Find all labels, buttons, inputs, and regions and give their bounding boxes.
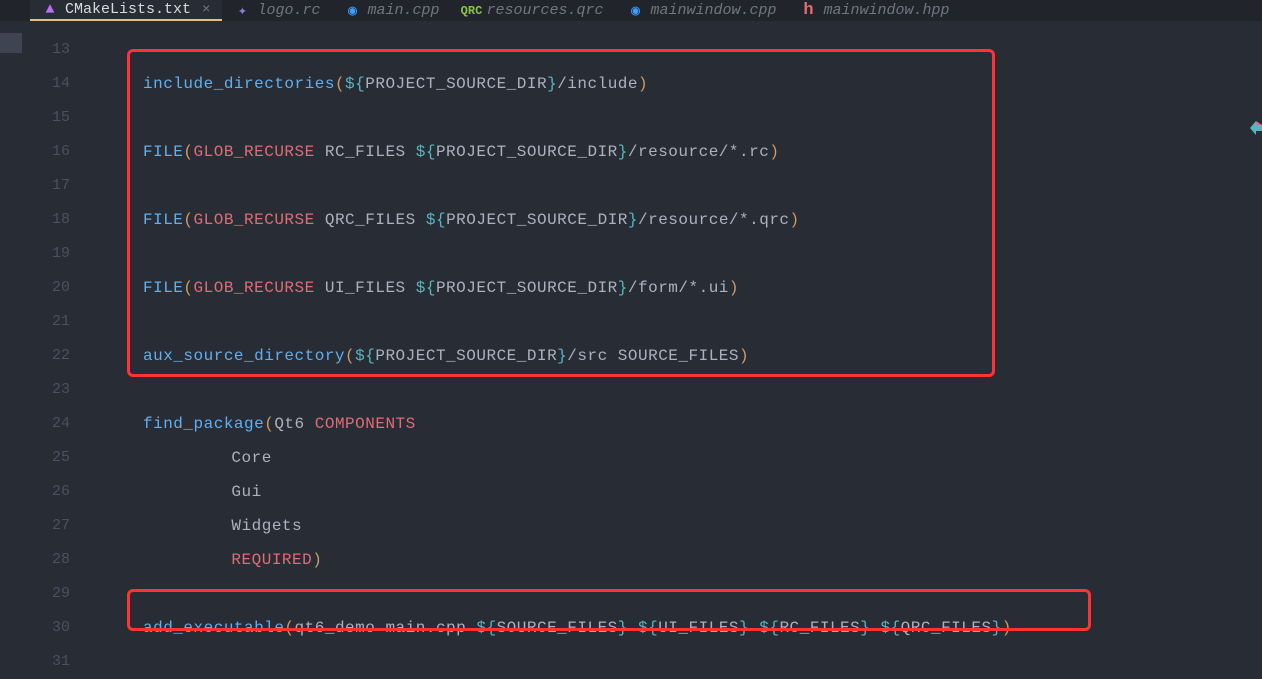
line-number: 31 — [0, 645, 70, 679]
line-number: 28 — [0, 543, 70, 577]
code-line: Widgets — [95, 509, 1262, 543]
tab-label: logo.rc — [257, 2, 320, 19]
cpp-icon: ◉ — [344, 3, 360, 19]
line-number: 14 — [0, 67, 70, 101]
tab-logo-rc[interactable]: ✦ logo.rc — [222, 0, 332, 21]
tab-label: mainwindow.hpp — [824, 2, 950, 19]
code-line: Gui — [95, 475, 1262, 509]
editor-container: ▲ CMakeLists.txt × ✦ logo.rc ◉ main.cpp … — [0, 0, 1262, 679]
code-line: FILE(GLOB_RECURSE RC_FILES ${PROJECT_SOU… — [95, 135, 1262, 169]
hpp-icon: h — [801, 3, 817, 19]
code-line: add_executable(qt6_demo main.cpp ${SOURC… — [95, 611, 1262, 645]
code-line — [95, 305, 1262, 339]
code-line: aux_source_directory(${PROJECT_SOURCE_DI… — [95, 339, 1262, 373]
cpp-icon: ◉ — [628, 3, 644, 19]
tab-label: mainwindow.cpp — [651, 2, 777, 19]
qrc-icon: QRC — [463, 3, 479, 19]
line-number: 24 — [0, 407, 70, 441]
line-number: 16 — [0, 135, 70, 169]
code-line: include_directories(${PROJECT_SOURCE_DIR… — [95, 67, 1262, 101]
tab-label: CMakeLists.txt — [65, 1, 191, 18]
code-line: FILE(GLOB_RECURSE UI_FILES ${PROJECT_SOU… — [95, 271, 1262, 305]
code-line — [95, 645, 1262, 679]
line-number: 26 — [0, 475, 70, 509]
line-number: 29 — [0, 577, 70, 611]
editor-body[interactable]: 13 14 15 16 17 18 19 20 21 22 23 24 25 2… — [0, 21, 1262, 679]
tab-mainwindow-hpp[interactable]: h mainwindow.hpp — [789, 0, 962, 21]
line-number-gutter: 13 14 15 16 17 18 19 20 21 22 23 24 25 2… — [0, 21, 95, 679]
code-line — [95, 237, 1262, 271]
line-number: 25 — [0, 441, 70, 475]
line-number: 17 — [0, 169, 70, 203]
code-area[interactable]: include_directories(${PROJECT_SOURCE_DIR… — [95, 21, 1262, 679]
line-number: 19 — [0, 237, 70, 271]
line-number: 23 — [0, 373, 70, 407]
code-line — [95, 101, 1262, 135]
line-number: 20 — [0, 271, 70, 305]
close-icon[interactable]: × — [202, 2, 210, 18]
cmake-icon: ▲ — [42, 2, 58, 18]
tab-resources-qrc[interactable]: QRC resources.qrc — [451, 0, 615, 21]
code-line: FILE(GLOB_RECURSE QRC_FILES ${PROJECT_SO… — [95, 203, 1262, 237]
tab-main-cpp[interactable]: ◉ main.cpp — [332, 0, 451, 21]
code-line: Core — [95, 441, 1262, 475]
code-line: REQUIRED) — [95, 543, 1262, 577]
code-line — [95, 577, 1262, 611]
line-number: 15 — [0, 101, 70, 135]
line-number: 21 — [0, 305, 70, 339]
gutter-marker — [0, 33, 22, 53]
code-line — [95, 169, 1262, 203]
vs-icon: ✦ — [234, 3, 250, 19]
tab-cmakelists[interactable]: ▲ CMakeLists.txt × — [30, 0, 222, 21]
tab-label: resources.qrc — [486, 2, 603, 19]
code-line — [95, 373, 1262, 407]
line-number: 18 — [0, 203, 70, 237]
tab-mainwindow-cpp[interactable]: ◉ mainwindow.cpp — [616, 0, 789, 21]
line-number: 27 — [0, 509, 70, 543]
line-number: 22 — [0, 339, 70, 373]
tab-label: main.cpp — [367, 2, 439, 19]
tab-bar: ▲ CMakeLists.txt × ✦ logo.rc ◉ main.cpp … — [0, 0, 1262, 21]
code-line: find_package(Qt6 COMPONENTS — [95, 407, 1262, 441]
code-line — [95, 33, 1262, 67]
line-number: 30 — [0, 611, 70, 645]
accent-decoration-icon — [1250, 121, 1262, 135]
